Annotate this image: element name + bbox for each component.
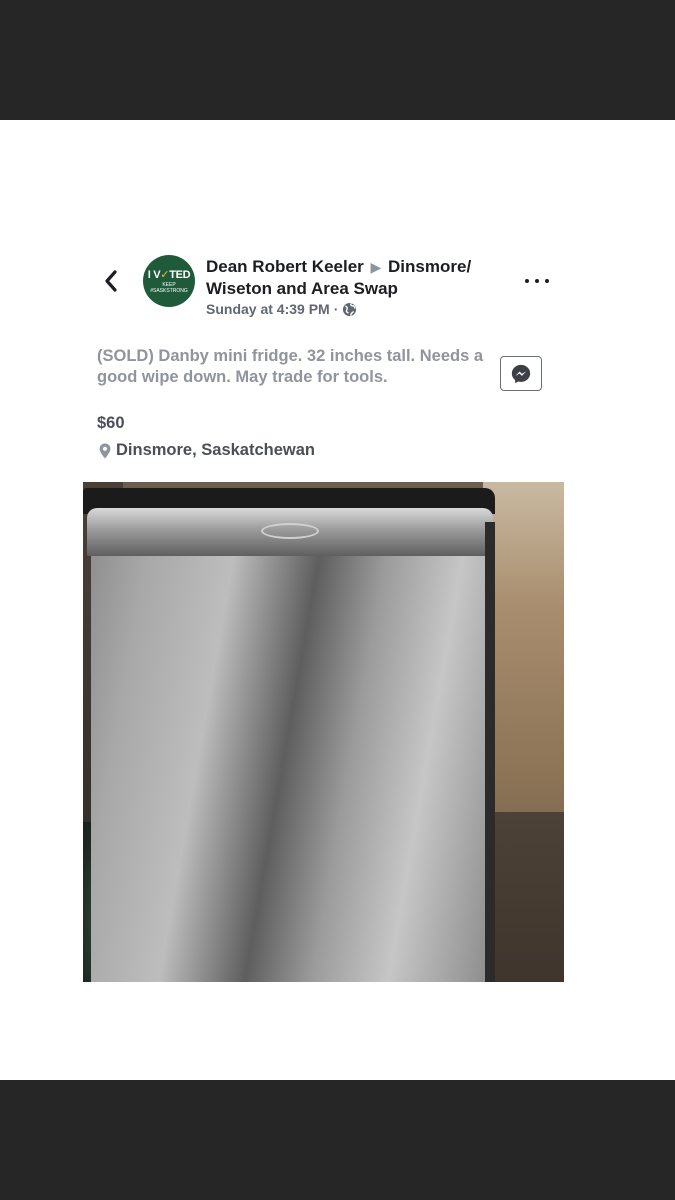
post-header-title: Dean Robert Keeler ▶ Dinsmore/ Wiseton a… [206, 256, 516, 300]
back-button[interactable] [100, 266, 122, 296]
post-timestamp[interactable]: Sunday at 4:39 PM [206, 301, 330, 317]
meta-separator: · [333, 301, 339, 317]
message-seller-button[interactable] [500, 356, 542, 391]
chevron-left-icon [105, 270, 117, 292]
post-meta: Sunday at 4:39 PM · [206, 301, 357, 317]
messenger-icon [511, 364, 531, 383]
brand-logo [261, 523, 319, 539]
triangle-right-icon: ▶ [370, 259, 382, 275]
more-options-button[interactable] [524, 276, 550, 286]
location-text: Dinsmore, Saskatchewan [116, 441, 315, 459]
listing-description: (SOLD) Danby mini fridge. 32 inches tall… [97, 347, 484, 386]
top-letterbox-bar [0, 0, 675, 120]
author-name[interactable]: Dean Robert Keeler [206, 257, 364, 276]
listing-photo[interactable] [83, 482, 564, 982]
location-pin-icon [99, 443, 111, 458]
bottom-letterbox-bar [0, 1080, 675, 1200]
listing-location[interactable]: Dinsmore, Saskatchewan [99, 441, 315, 460]
avatar[interactable]: I V✓TED KEEP #SASKSTRONG [143, 255, 195, 307]
globe-icon [343, 302, 357, 316]
listing-price: $60 [97, 414, 125, 432]
